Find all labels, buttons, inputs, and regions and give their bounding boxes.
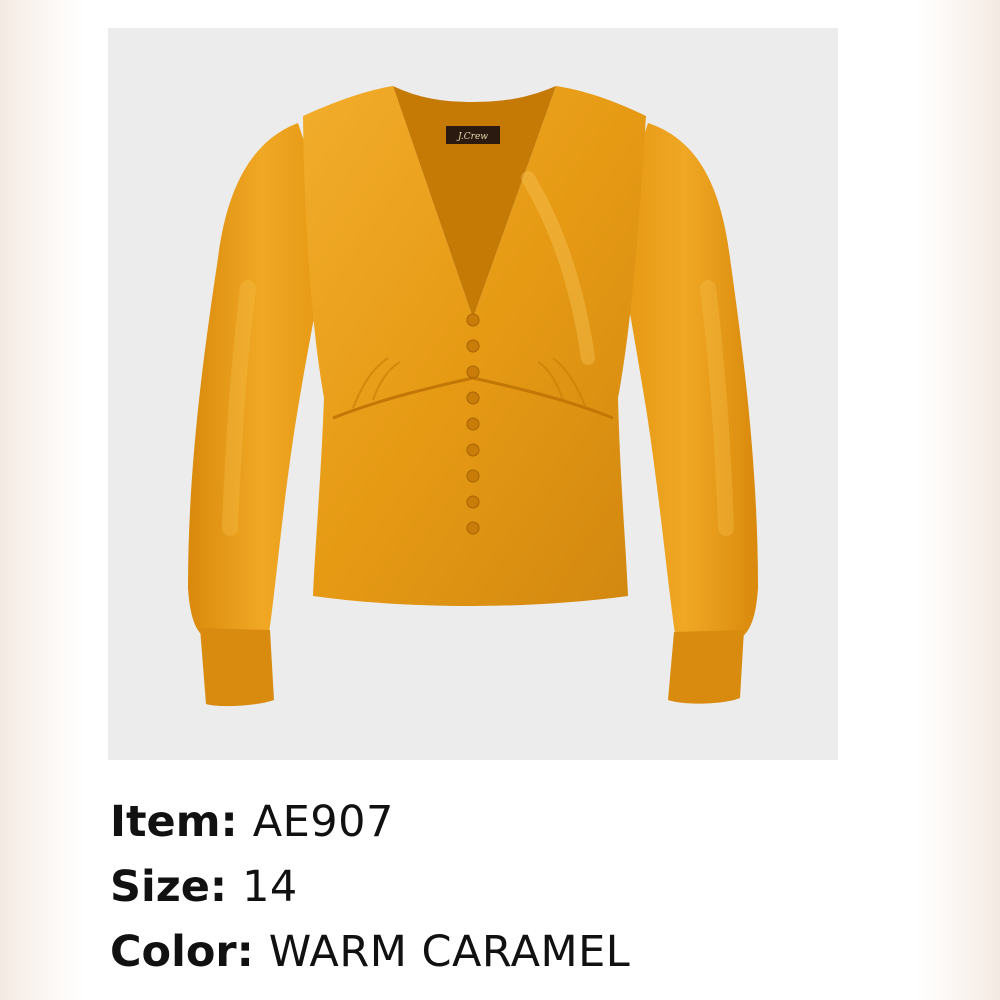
item-row: Item: AE907: [110, 790, 910, 855]
size-value: 14: [242, 862, 298, 912]
color-value: WARM CARAMEL: [268, 927, 631, 977]
size-row: Size: 14: [110, 855, 910, 920]
item-label: Item:: [110, 797, 253, 847]
item-value: AE907: [252, 797, 394, 847]
product-photo: J.Crew: [108, 28, 838, 760]
color-label: Color:: [110, 927, 269, 977]
button-placket: [466, 313, 480, 535]
blouse-illustration: J.Crew: [188, 86, 758, 707]
right-cuff: [668, 630, 744, 704]
size-label: Size:: [110, 862, 243, 912]
color-row: Color: WARM CARAMEL: [110, 920, 910, 985]
item-details: Item: AE907 Size: 14 Color: WARM CARAMEL: [110, 790, 910, 985]
listing-page: J.Crew Item: AE907 Size: 14 Color: WARM …: [0, 0, 1000, 1000]
left-cuff: [200, 628, 274, 707]
brand-mark: J.Crew: [456, 132, 488, 142]
